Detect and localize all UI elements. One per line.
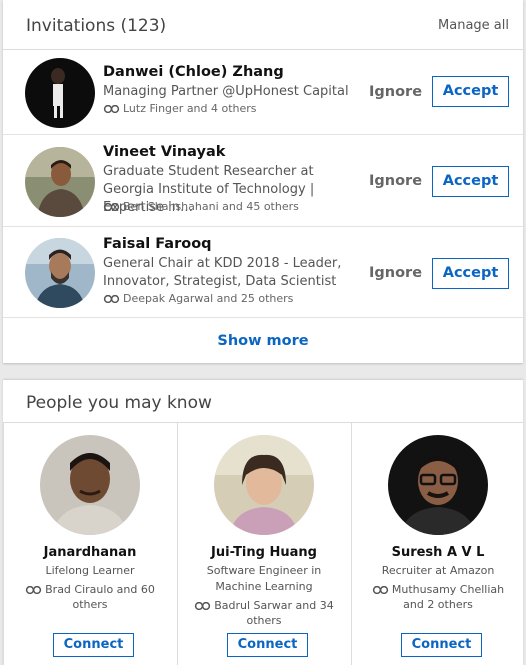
invitation-mutual-connections[interactable]: Ben Shahshahani and 45 others	[103, 200, 299, 213]
mutual-connections-text: Muthusamy Chelliah and 2 others	[391, 583, 505, 611]
pymk-person-card: Janardhanan Lifelong Learner Brad Ciraul…	[3, 423, 176, 665]
connect-button[interactable]: Connect	[401, 633, 482, 657]
invitations-card: Invitations (123) Manage all Danwei (Chl…	[3, 0, 523, 363]
shared-connections-icon	[103, 295, 120, 303]
accept-button[interactable]: Accept	[432, 76, 509, 107]
mutual-connections-text: Brad Ciraulo and 60 others	[45, 583, 155, 611]
shared-connections-icon	[103, 105, 120, 113]
invitation-headline: Managing Partner @UpHonest Capital	[103, 84, 349, 99]
pymk-title: People you may know	[26, 393, 212, 413]
pymk-mutual-connections[interactable]: Muthusamy Chelliah and 2 others	[366, 582, 510, 612]
avatar[interactable]	[388, 435, 488, 535]
show-more-button[interactable]: Show more	[3, 317, 523, 363]
shared-connections-icon	[372, 586, 389, 594]
pymk-name[interactable]: Jui-Ting Huang	[178, 545, 350, 560]
invitation-row: Danwei (Chloe) Zhang Managing Partner @U…	[3, 50, 523, 142]
invitation-mutual-connections[interactable]: Deepak Agarwal and 25 others	[103, 292, 293, 305]
accept-button[interactable]: Accept	[432, 166, 509, 197]
invitation-name[interactable]: Vineet Vinayak	[103, 144, 225, 160]
invitation-name[interactable]: Danwei (Chloe) Zhang	[103, 64, 284, 80]
connect-button[interactable]: Connect	[227, 633, 308, 657]
avatar[interactable]	[25, 58, 95, 128]
avatar[interactable]	[40, 435, 140, 535]
invitation-row: Vineet Vinayak Graduate Student Research…	[3, 134, 523, 226]
invitation-name[interactable]: Faisal Farooq	[103, 236, 212, 252]
mutual-connections-text: Ben Shahshahani and 45 others	[123, 200, 299, 213]
pymk-person-card: Suresh A V L Recruiter at Amazon Muthusa…	[351, 423, 524, 665]
avatar[interactable]	[214, 435, 314, 535]
mutual-connections-text: Lutz Finger and 4 others	[123, 102, 257, 115]
avatar[interactable]	[25, 238, 95, 308]
pymk-mutual-connections[interactable]: Badrul Sarwar and 34 others	[192, 598, 336, 628]
people-you-may-know-card: People you may know Janardhanan Lifelong…	[3, 380, 523, 665]
pymk-headline: Lifelong Learner	[45, 564, 135, 577]
invitation-row: Faisal Farooq General Chair at KDD 2018 …	[3, 226, 523, 318]
pymk-headline: Recruiter at Amazon	[381, 564, 495, 577]
accept-button[interactable]: Accept	[432, 258, 509, 289]
shared-connections-icon	[103, 203, 120, 211]
ignore-button[interactable]: Ignore	[369, 265, 422, 281]
invitations-title: Invitations (123)	[26, 16, 167, 36]
pymk-name[interactable]: Janardhanan	[4, 545, 176, 560]
pymk-header: People you may know	[3, 380, 523, 423]
ignore-button[interactable]: Ignore	[369, 173, 422, 189]
mutual-connections-text: Deepak Agarwal and 25 others	[123, 292, 294, 305]
ignore-button[interactable]: Ignore	[369, 84, 422, 100]
pymk-person-card: Jui-Ting Huang Software Engineer in Mach…	[177, 423, 350, 665]
avatar[interactable]	[25, 147, 95, 217]
mutual-connections-text: Badrul Sarwar and 34 others	[214, 599, 334, 627]
pymk-name[interactable]: Suresh A V L	[352, 545, 524, 560]
invitation-headline: General Chair at KDD 2018 - Leader, Inno…	[103, 256, 342, 289]
connect-button[interactable]: Connect	[53, 633, 134, 657]
invitation-mutual-connections[interactable]: Lutz Finger and 4 others	[103, 102, 257, 115]
shared-connections-icon	[25, 586, 42, 594]
pymk-headline: Software Engineer in Machine Learning	[206, 564, 322, 593]
manage-all-link[interactable]: Manage all	[438, 18, 509, 33]
pymk-mutual-connections[interactable]: Brad Ciraulo and 60 others	[18, 582, 162, 612]
shared-connections-icon	[195, 602, 211, 610]
invitations-header: Invitations (123) Manage all	[3, 0, 523, 50]
